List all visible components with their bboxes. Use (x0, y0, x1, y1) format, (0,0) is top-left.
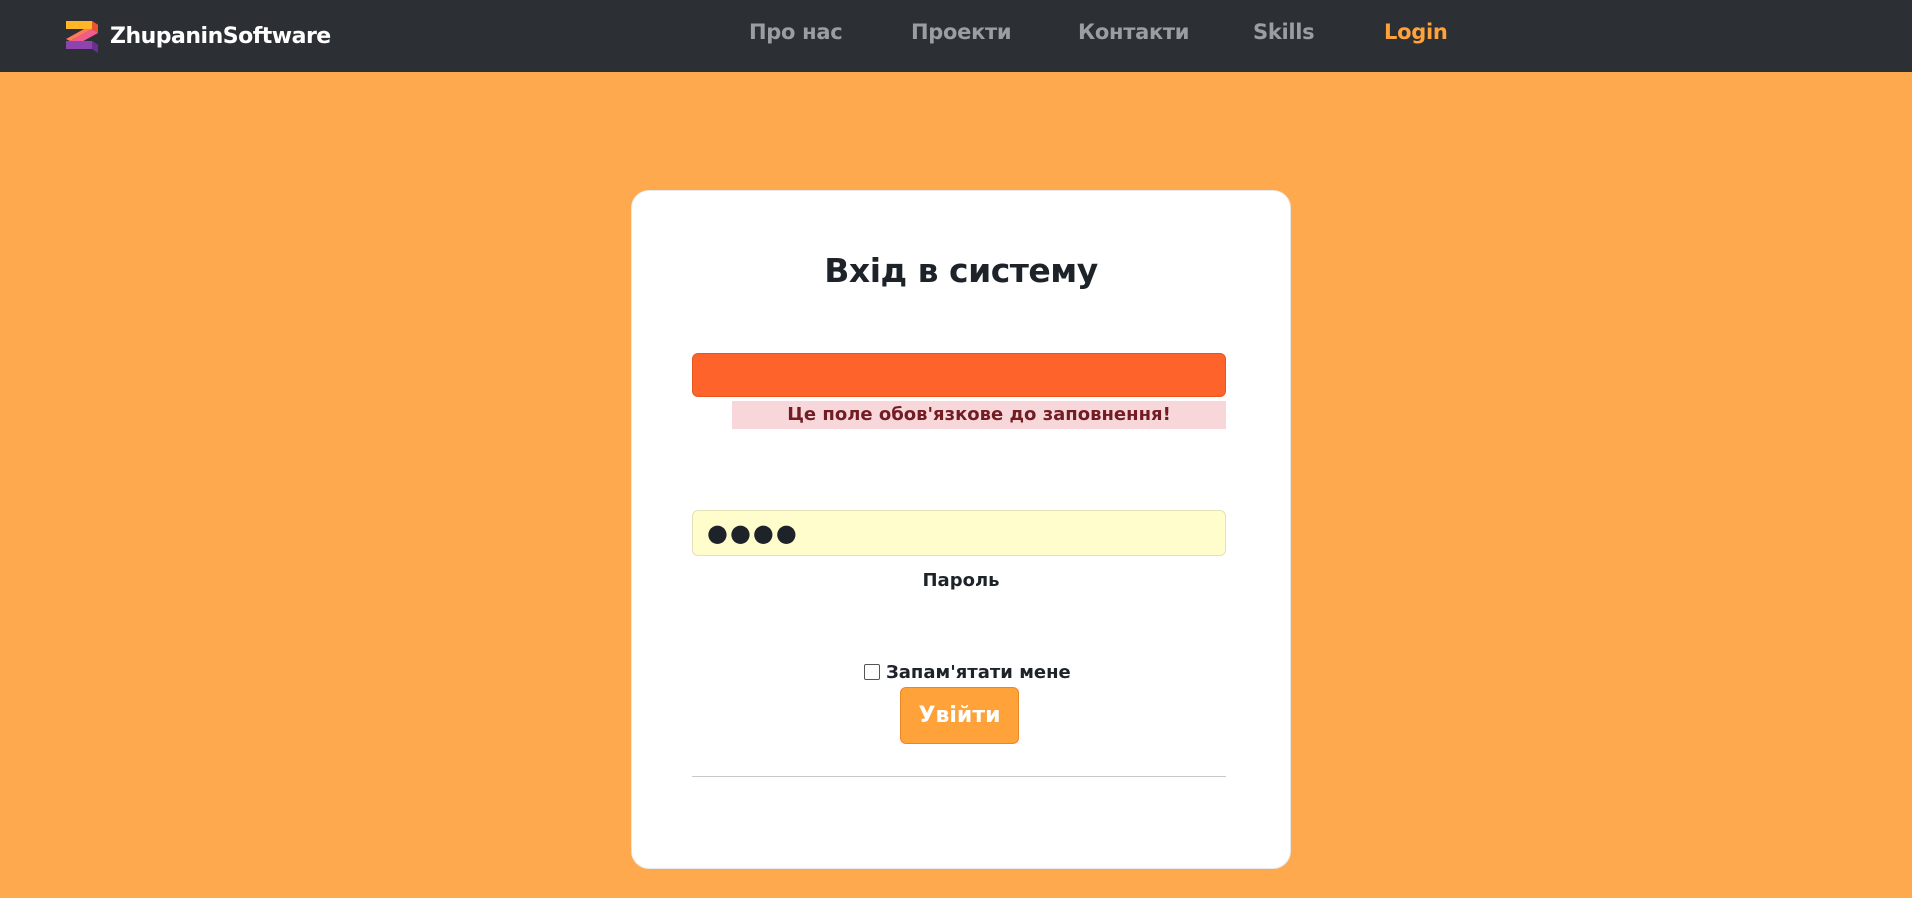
nav-links: Про нас Проекти Контакти Skills Login (0, 0, 1912, 72)
checkbox-icon[interactable] (864, 664, 880, 680)
nav-item-contacts[interactable]: Контакти (1078, 20, 1189, 44)
password-label: Пароль (922, 570, 1000, 591)
remember-me-checkbox[interactable]: Запам'ятати мене (864, 661, 1071, 683)
username-input[interactable] (692, 353, 1226, 397)
divider (692, 776, 1226, 777)
login-button[interactable]: Увійти (900, 687, 1019, 744)
login-card: Вхід в систему Це поле обов'язкове до за… (631, 190, 1291, 869)
nav-item-about[interactable]: Про нас (749, 20, 843, 44)
remember-me-label: Запам'ятати мене (886, 661, 1071, 683)
nav-item-login[interactable]: Login (1384, 20, 1448, 44)
page-title: Вхід в систему (824, 251, 1098, 290)
password-input[interactable] (692, 510, 1226, 556)
nav-item-skills[interactable]: Skills (1253, 20, 1315, 44)
nav-item-projects[interactable]: Проекти (911, 20, 1012, 44)
top-navbar: ZhupaninSoftware Про нас Проекти Контакт… (0, 0, 1912, 72)
username-error-message: Це поле обов'язкове до заповнення! (732, 401, 1226, 429)
